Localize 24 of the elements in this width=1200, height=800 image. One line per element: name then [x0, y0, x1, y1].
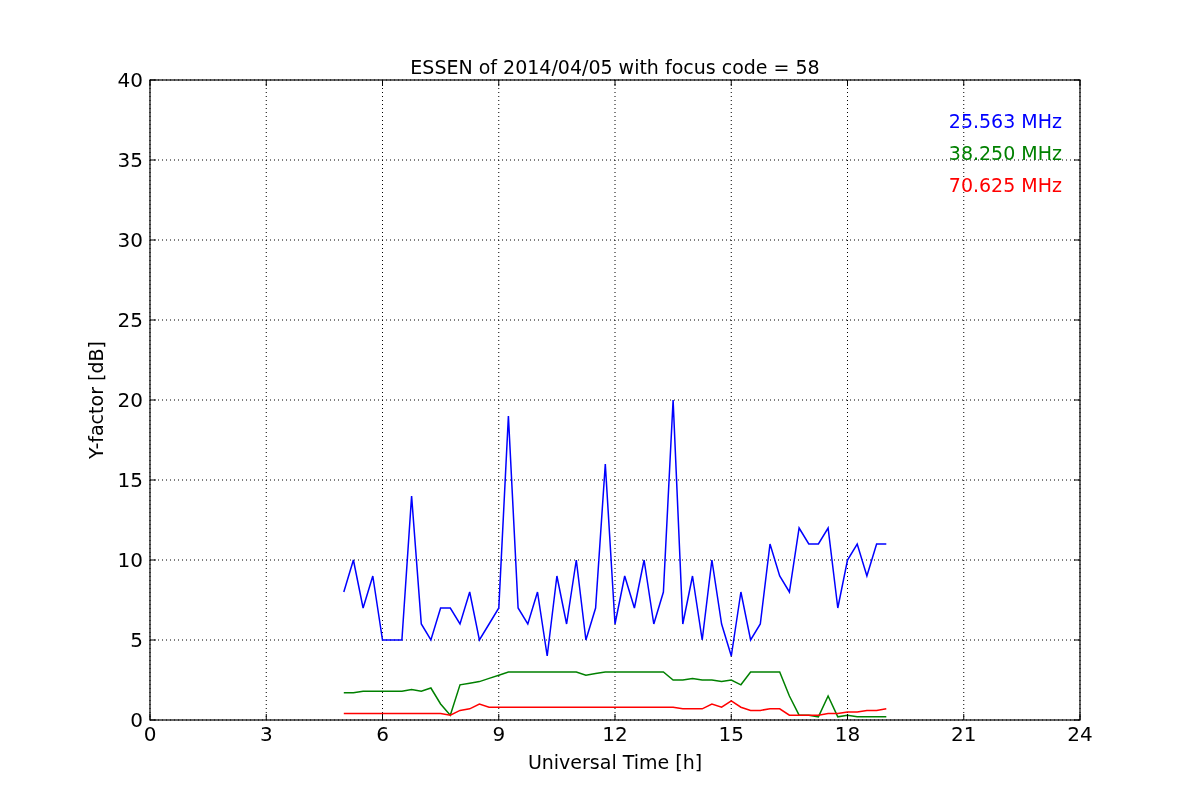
y-tick-label: 30: [117, 228, 143, 252]
x-tick-label: 15: [718, 722, 744, 746]
x-tick-label: 6: [376, 722, 389, 746]
x-axis-label: Universal Time [h]: [527, 751, 703, 773]
x-tick-label: 24: [1067, 722, 1093, 746]
x-tick-label: 18: [834, 722, 861, 746]
x-tick-label: 3: [259, 722, 273, 746]
x-tick-label: 9: [492, 722, 506, 746]
y-tick-label: 20: [117, 388, 143, 412]
y-tick-label: 40: [117, 68, 143, 92]
x-tick-label: 21: [951, 722, 977, 746]
y-tick-label: 0: [130, 708, 143, 732]
chart-title: ESSEN of 2014/04/05 with focus code = 58: [410, 56, 820, 78]
y-tick-label: 15: [117, 468, 143, 492]
x-tick-label: 12: [602, 722, 628, 746]
legend-label: 70.625 MHz: [948, 174, 1062, 196]
y-tick-label: 10: [117, 548, 143, 572]
x-tick-label: 0: [143, 722, 157, 746]
y-tick-label: 35: [117, 148, 143, 172]
y-tick-label: 25: [117, 308, 143, 332]
y-tick-label: 5: [130, 628, 143, 652]
y-axis-label: Y-factor [dB]: [85, 341, 107, 459]
legend-label: 38.250 MHz: [948, 142, 1062, 164]
legend-label: 25.563 MHz: [948, 110, 1062, 132]
